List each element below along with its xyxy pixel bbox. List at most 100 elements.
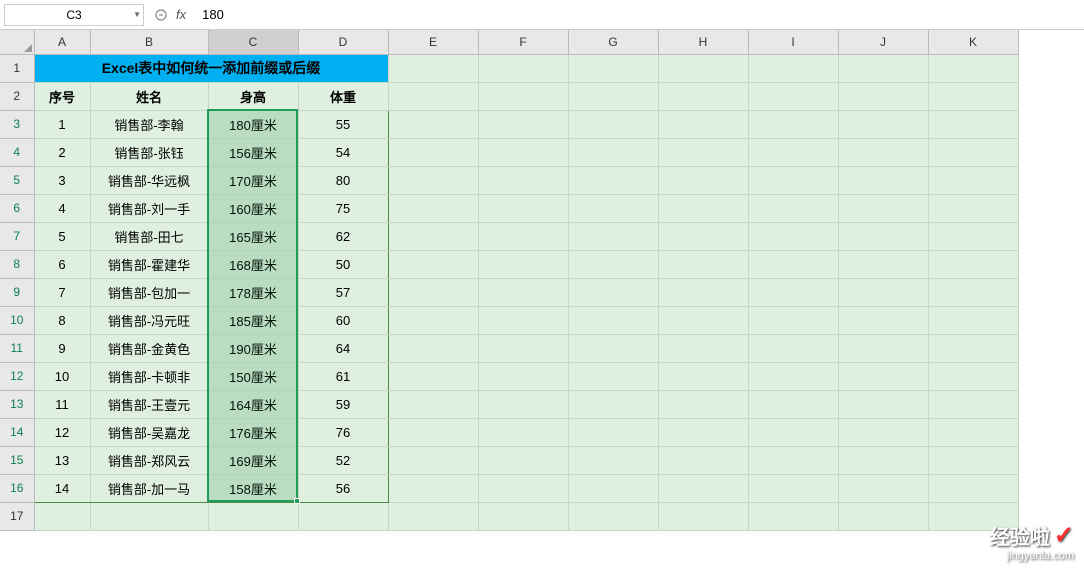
cell[interactable] xyxy=(658,166,748,194)
row-header-14[interactable]: 14 xyxy=(0,418,34,446)
cell[interactable] xyxy=(658,334,748,362)
data-cell-height[interactable]: 158厘米 xyxy=(208,474,298,502)
data-cell-seq[interactable]: 8 xyxy=(34,306,90,334)
data-cell-name[interactable]: 销售部-霍建华 xyxy=(90,250,208,278)
cell[interactable] xyxy=(478,250,568,278)
column-header-D[interactable]: D xyxy=(298,30,388,54)
data-cell-weight[interactable]: 64 xyxy=(298,334,388,362)
cell[interactable] xyxy=(478,222,568,250)
chevron-down-icon[interactable]: ▼ xyxy=(133,5,141,25)
row-header-16[interactable]: 16 xyxy=(0,474,34,502)
cell[interactable] xyxy=(568,278,658,306)
data-cell-name[interactable]: 销售部-张钰 xyxy=(90,138,208,166)
data-cell-name[interactable]: 销售部-郑风云 xyxy=(90,446,208,474)
data-cell-height[interactable]: 156厘米 xyxy=(208,138,298,166)
cell[interactable] xyxy=(748,278,838,306)
cell[interactable] xyxy=(928,446,1018,474)
cell[interactable] xyxy=(568,502,658,530)
cell[interactable] xyxy=(568,138,658,166)
cell[interactable] xyxy=(928,110,1018,138)
cell[interactable] xyxy=(388,82,478,110)
cell[interactable] xyxy=(388,334,478,362)
row-header-6[interactable]: 6 xyxy=(0,194,34,222)
data-cell-seq[interactable]: 1 xyxy=(34,110,90,138)
data-cell-weight[interactable]: 55 xyxy=(298,110,388,138)
cell[interactable] xyxy=(478,278,568,306)
cell[interactable] xyxy=(658,250,748,278)
data-cell-weight[interactable]: 52 xyxy=(298,446,388,474)
cell[interactable] xyxy=(298,502,388,530)
cell[interactable] xyxy=(928,362,1018,390)
data-cell-height[interactable]: 160厘米 xyxy=(208,194,298,222)
data-cell-seq[interactable]: 7 xyxy=(34,278,90,306)
cell[interactable] xyxy=(208,502,298,530)
cell[interactable] xyxy=(478,54,568,82)
row-header-2[interactable]: 2 xyxy=(0,82,34,110)
cell[interactable] xyxy=(748,362,838,390)
data-cell-height[interactable]: 168厘米 xyxy=(208,250,298,278)
cell[interactable] xyxy=(658,502,748,530)
cell[interactable] xyxy=(388,418,478,446)
cell[interactable] xyxy=(838,334,928,362)
cell[interactable] xyxy=(90,502,208,530)
cell[interactable] xyxy=(388,166,478,194)
cell[interactable] xyxy=(658,194,748,222)
cell[interactable] xyxy=(838,54,928,82)
cell[interactable] xyxy=(388,110,478,138)
cell[interactable] xyxy=(928,418,1018,446)
row-header-4[interactable]: 4 xyxy=(0,138,34,166)
cell[interactable] xyxy=(838,474,928,502)
cell[interactable] xyxy=(568,446,658,474)
cell[interactable] xyxy=(568,334,658,362)
data-cell-weight[interactable]: 56 xyxy=(298,474,388,502)
cell[interactable] xyxy=(658,82,748,110)
column-header-H[interactable]: H xyxy=(658,30,748,54)
cell[interactable] xyxy=(478,418,568,446)
cell[interactable] xyxy=(838,82,928,110)
cell[interactable] xyxy=(568,362,658,390)
select-all-corner[interactable] xyxy=(0,30,34,54)
data-cell-weight[interactable]: 50 xyxy=(298,250,388,278)
cell[interactable] xyxy=(388,446,478,474)
cell[interactable] xyxy=(388,474,478,502)
data-cell-weight[interactable]: 61 xyxy=(298,362,388,390)
cell[interactable] xyxy=(748,502,838,530)
cell[interactable] xyxy=(478,166,568,194)
table-header-height[interactable]: 身高 xyxy=(208,82,298,110)
cell[interactable] xyxy=(928,306,1018,334)
data-cell-weight[interactable]: 80 xyxy=(298,166,388,194)
cell[interactable] xyxy=(568,222,658,250)
cell[interactable] xyxy=(478,110,568,138)
row-header-8[interactable]: 8 xyxy=(0,250,34,278)
cell[interactable] xyxy=(748,222,838,250)
data-cell-height[interactable]: 150厘米 xyxy=(208,362,298,390)
cell[interactable] xyxy=(478,390,568,418)
cell[interactable] xyxy=(34,502,90,530)
data-cell-weight[interactable]: 60 xyxy=(298,306,388,334)
cell[interactable] xyxy=(568,390,658,418)
cell[interactable] xyxy=(658,138,748,166)
cancel-icon[interactable] xyxy=(152,6,170,24)
data-cell-name[interactable]: 销售部-李翰 xyxy=(90,110,208,138)
data-cell-name[interactable]: 销售部-刘一手 xyxy=(90,194,208,222)
table-header-name[interactable]: 姓名 xyxy=(90,82,208,110)
data-cell-name[interactable]: 销售部-冯元旺 xyxy=(90,306,208,334)
row-header-12[interactable]: 12 xyxy=(0,362,34,390)
cell[interactable] xyxy=(568,54,658,82)
row-header-7[interactable]: 7 xyxy=(0,222,34,250)
column-header-J[interactable]: J xyxy=(838,30,928,54)
data-cell-weight[interactable]: 75 xyxy=(298,194,388,222)
cell[interactable] xyxy=(748,418,838,446)
cell[interactable] xyxy=(838,194,928,222)
cell[interactable] xyxy=(478,82,568,110)
cell[interactable] xyxy=(478,334,568,362)
cell[interactable] xyxy=(388,278,478,306)
fx-label[interactable]: fx xyxy=(176,7,186,22)
cell[interactable] xyxy=(658,110,748,138)
data-cell-name[interactable]: 销售部-田七 xyxy=(90,222,208,250)
formula-input[interactable] xyxy=(194,4,1080,26)
cell[interactable] xyxy=(928,194,1018,222)
cell[interactable] xyxy=(838,138,928,166)
data-cell-seq[interactable]: 14 xyxy=(34,474,90,502)
row-header-1[interactable]: 1 xyxy=(0,54,34,82)
